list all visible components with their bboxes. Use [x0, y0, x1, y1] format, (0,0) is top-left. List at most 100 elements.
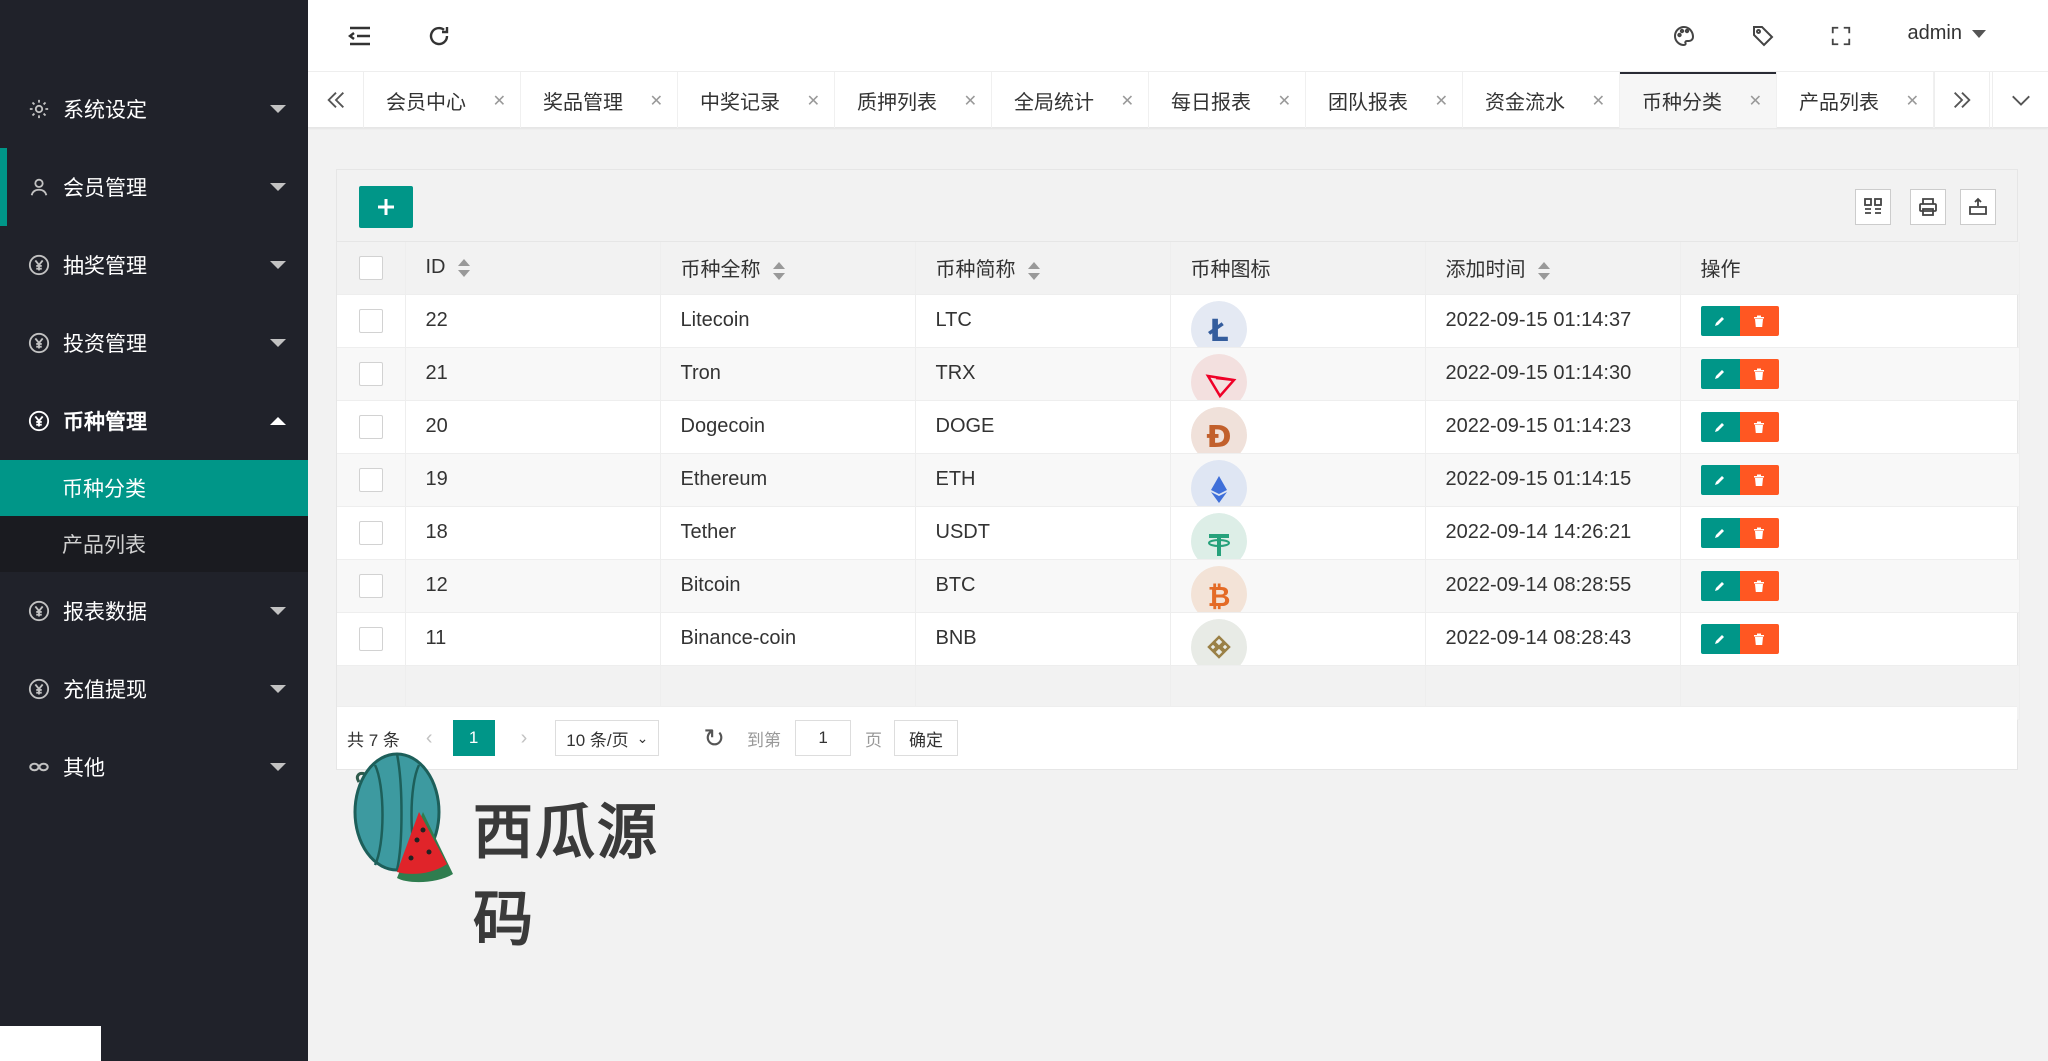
close-icon[interactable]: ✕	[964, 91, 977, 111]
close-icon[interactable]: ✕	[493, 91, 506, 111]
chevron-down-icon	[270, 763, 286, 771]
tab-fund-flow[interactable]: 资金流水 ✕	[1463, 72, 1620, 128]
symbol-cell: TRX	[915, 347, 1171, 401]
delete-button[interactable]	[1739, 517, 1779, 548]
tag-icon[interactable]	[1745, 18, 1781, 54]
edit-button[interactable]	[1700, 358, 1740, 389]
tab-member-center[interactable]: 会员中心 ✕	[364, 72, 521, 128]
delete-button[interactable]	[1739, 305, 1779, 336]
sidebar-item-currency-management[interactable]: 币种管理	[0, 382, 308, 460]
goto-page-input[interactable]: 1	[795, 720, 852, 756]
sidebar-item-member-management[interactable]: 会员管理	[0, 148, 308, 226]
chevron-down-icon	[270, 339, 286, 347]
user-menu[interactable]: admin	[1908, 22, 1986, 45]
sidebar-item-lottery-management[interactable]: 抽奖管理	[0, 226, 308, 304]
time-cell: 2022-09-14 14:26:21	[1425, 506, 1681, 560]
page-label: 页	[865, 730, 883, 750]
sort-icon[interactable]	[1027, 261, 1040, 280]
coin-icon-cell: Đ	[1170, 400, 1426, 454]
close-icon[interactable]: ✕	[650, 91, 663, 111]
refresh-icon[interactable]: ↻	[703, 723, 725, 754]
fullname-cell: Dogecoin	[660, 400, 916, 454]
delete-button[interactable]	[1739, 623, 1779, 654]
edit-button[interactable]	[1700, 570, 1740, 601]
row-checkbox[interactable]	[358, 467, 383, 492]
tab-currency-category[interactable]: 币种分类 ✕	[1620, 72, 1777, 128]
sort-icon[interactable]	[1537, 261, 1550, 280]
column-header-id[interactable]: ID	[405, 242, 661, 295]
tab-winning-records[interactable]: 中奖记录 ✕	[678, 72, 835, 128]
tab-pledge-list[interactable]: 质押列表 ✕	[835, 72, 992, 128]
sidebar-subitem-product-list[interactable]: 产品列表	[0, 516, 308, 572]
close-icon[interactable]: ✕	[1906, 91, 1919, 111]
sidebar-item-other[interactable]: 其他	[0, 728, 308, 806]
column-label: 币种简称	[935, 259, 1016, 282]
tab-prize-management[interactable]: 奖品管理 ✕	[521, 72, 678, 128]
actions-cell	[1680, 347, 2020, 401]
table-row: 19 Ethereum ETH 2022-09-15 01:14:15	[337, 453, 2020, 507]
delete-button[interactable]	[1739, 464, 1779, 495]
sidebar-item-report-data[interactable]: 报表数据	[0, 572, 308, 650]
delete-button[interactable]	[1739, 411, 1779, 442]
export-icon[interactable]	[1960, 189, 1996, 225]
sidebar-item-deposit-withdraw[interactable]: 充值提现	[0, 650, 308, 728]
column-header-symbol[interactable]: 币种简称	[915, 242, 1171, 295]
delete-button[interactable]	[1739, 570, 1779, 601]
tab-team-report[interactable]: 团队报表 ✕	[1306, 72, 1463, 128]
edit-button[interactable]	[1700, 305, 1740, 336]
sort-icon[interactable]	[772, 261, 785, 280]
row-checkbox[interactable]	[358, 308, 383, 333]
tab-scroll-right-button[interactable]	[1934, 72, 1990, 128]
symbol-cell: USDT	[915, 506, 1171, 560]
close-icon[interactable]: ✕	[1435, 91, 1448, 111]
coin-icon-cell	[1170, 612, 1426, 666]
edit-button[interactable]	[1700, 517, 1740, 548]
id-cell: 19	[405, 453, 661, 507]
tab-label: 中奖记录	[700, 91, 780, 114]
user-name: admin	[1907, 22, 1962, 44]
sidebar-subitem-currency-category[interactable]: 币种分类	[0, 460, 308, 516]
time-cell: 2022-09-15 01:14:30	[1425, 347, 1681, 401]
close-icon[interactable]: ✕	[1278, 91, 1291, 111]
select-all-checkbox[interactable]	[358, 255, 383, 280]
row-checkbox[interactable]	[358, 520, 383, 545]
confirm-button[interactable]: 确定	[894, 720, 959, 756]
row-checkbox[interactable]	[358, 626, 383, 651]
tab-label: 全局统计	[1014, 91, 1094, 114]
palette-icon[interactable]	[1666, 18, 1702, 54]
chevron-down-icon	[270, 261, 286, 269]
close-icon[interactable]: ✕	[1749, 91, 1762, 111]
yen-circle-icon	[27, 599, 51, 623]
tab-daily-report[interactable]: 每日报表 ✕	[1149, 72, 1306, 128]
print-icon[interactable]	[1910, 189, 1946, 225]
row-checkbox[interactable]	[358, 361, 383, 386]
column-header-time[interactable]: 添加时间	[1425, 242, 1681, 295]
watermark-logo: 西瓜源码	[345, 740, 675, 955]
goto-label: 到第	[747, 730, 782, 750]
fullscreen-icon[interactable]	[1823, 18, 1859, 54]
row-checkbox[interactable]	[358, 573, 383, 598]
row-checkbox[interactable]	[358, 414, 383, 439]
menu-fold-icon[interactable]	[342, 18, 378, 54]
delete-button[interactable]	[1739, 358, 1779, 389]
close-icon[interactable]: ✕	[1592, 91, 1605, 111]
table-row: 12 Bitcoin BTC ₿ 2022-09-14 08:28:55	[337, 559, 2020, 613]
sidebar-item-system-settings[interactable]: 系统设定	[0, 70, 308, 148]
sidebar-item-investment-management[interactable]: 投资管理	[0, 304, 308, 382]
sort-icon[interactable]	[457, 258, 470, 277]
close-icon[interactable]: ✕	[1121, 91, 1134, 111]
edit-button[interactable]	[1700, 623, 1740, 654]
edit-button[interactable]	[1700, 464, 1740, 495]
tab-global-stats[interactable]: 全局统计 ✕	[992, 72, 1149, 128]
column-header-fullname[interactable]: 币种全称	[660, 242, 916, 295]
tab-menu-dropdown[interactable]	[1992, 72, 2048, 128]
yen-circle-icon	[27, 331, 51, 355]
add-button[interactable]	[359, 186, 413, 228]
edit-button[interactable]	[1700, 411, 1740, 442]
tab-product-list[interactable]: 产品列表 ✕	[1777, 72, 1934, 128]
columns-filter-icon[interactable]	[1855, 189, 1891, 225]
close-icon[interactable]: ✕	[807, 91, 820, 111]
tab-list: 会员中心 ✕ 奖品管理 ✕ 中奖记录 ✕ 质押列表 ✕ 全局统计 ✕ 每日报表 ✕ 团队报表…	[364, 72, 1934, 128]
tab-scroll-left-button[interactable]	[308, 72, 364, 128]
refresh-icon[interactable]	[421, 18, 457, 54]
